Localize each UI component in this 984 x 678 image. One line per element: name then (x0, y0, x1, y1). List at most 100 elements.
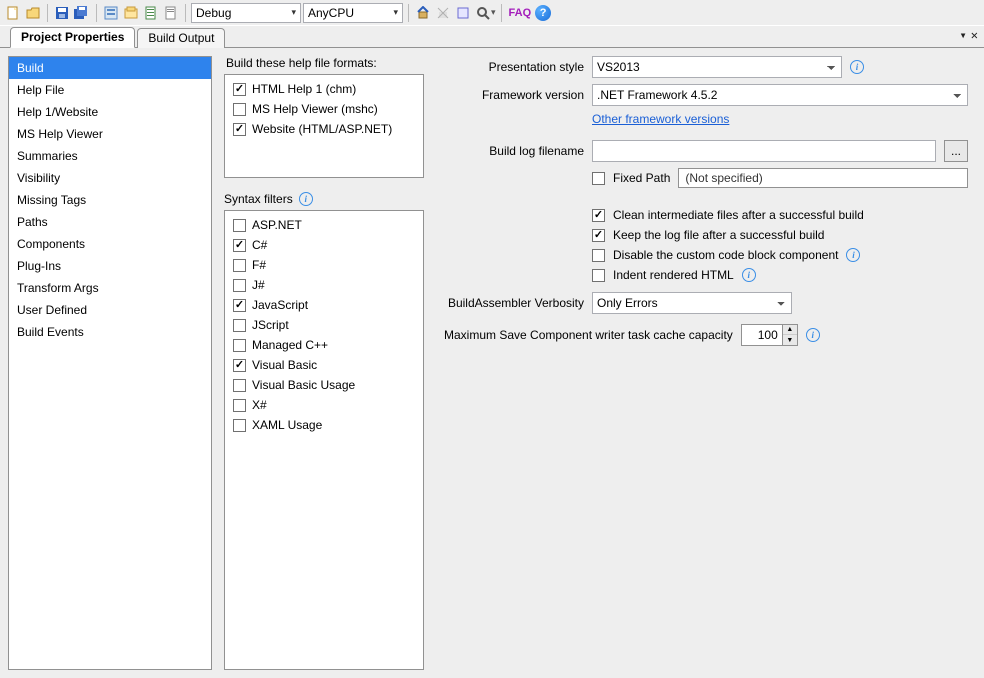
checkbox[interactable] (233, 379, 246, 392)
browse-button[interactable]: ... (944, 140, 968, 162)
framework-version-select[interactable]: .NET Framework 4.5.2 (592, 84, 968, 106)
spinner-up-icon[interactable]: ▲ (783, 325, 797, 335)
close-tab-icon[interactable]: ✕ (971, 28, 978, 42)
sidebar-item-build-events[interactable]: Build Events (9, 321, 211, 343)
clean-intermediate-label: Clean intermediate files after a success… (613, 208, 864, 222)
list-item[interactable]: J# (229, 275, 419, 295)
checkbox-label: XAML Usage (252, 417, 322, 433)
new-file-icon[interactable] (4, 4, 22, 22)
sidebar-item-transform-args[interactable]: Transform Args (9, 277, 211, 299)
spinner-down-icon[interactable]: ▼ (783, 335, 797, 345)
properties-icon[interactable] (122, 4, 140, 22)
cache-capacity-label: Maximum Save Component writer task cache… (444, 328, 733, 342)
fixed-path-checkbox[interactable] (592, 172, 605, 185)
tab-project-properties[interactable]: Project Properties (10, 27, 135, 48)
list-item[interactable]: C# (229, 235, 419, 255)
info-icon[interactable]: i (299, 192, 313, 206)
preview-topic-icon[interactable] (162, 4, 180, 22)
faq-link[interactable]: FAQ (507, 7, 534, 19)
checkbox[interactable] (233, 419, 246, 432)
sidebar-item-components[interactable]: Components (9, 233, 211, 255)
open-folder-icon[interactable] (24, 4, 42, 22)
checkbox[interactable] (233, 103, 246, 116)
help-icon[interactable]: ? (535, 5, 551, 21)
info-icon[interactable]: i (742, 268, 756, 282)
build-log-input[interactable] (592, 140, 936, 162)
list-item[interactable]: Visual Basic Usage (229, 375, 419, 395)
save-all-icon[interactable] (73, 4, 91, 22)
toolbar-separator (47, 4, 48, 22)
cache-capacity-input[interactable] (742, 325, 782, 345)
build-settings-form: Presentation style VS2013 i Framework ve… (436, 56, 976, 670)
checkbox-label: Visual Basic (252, 357, 317, 373)
configuration-value: Debug (196, 6, 231, 20)
checkbox[interactable] (233, 299, 246, 312)
tab-build-output[interactable]: Build Output (137, 28, 225, 48)
sidebar-item-help-1-website[interactable]: Help 1/Website (9, 101, 211, 123)
document-tabs: Project Properties Build Output ▾ ✕ (0, 26, 984, 48)
checkbox-label: F# (252, 257, 266, 273)
checkbox[interactable] (233, 239, 246, 252)
list-item[interactable]: JScript (229, 315, 419, 335)
tab-menu-icon[interactable]: ▾ (960, 28, 967, 42)
configuration-combo[interactable]: Debug (191, 3, 301, 23)
entity-references-icon[interactable] (142, 4, 160, 22)
checkbox[interactable] (233, 359, 246, 372)
project-explorer-icon[interactable] (102, 4, 120, 22)
list-item[interactable]: Managed C++ (229, 335, 419, 355)
cancel-build-icon[interactable] (434, 4, 452, 22)
sidebar-item-ms-help-viewer[interactable]: MS Help Viewer (9, 123, 211, 145)
list-item[interactable]: Visual Basic (229, 355, 419, 375)
list-item[interactable]: XAML Usage (229, 415, 419, 435)
tab-actions: ▾ ✕ (960, 28, 978, 42)
checkbox-label: Website (HTML/ASP.NET) (252, 121, 392, 137)
keep-log-checkbox[interactable] (592, 229, 605, 242)
sidebar-item-paths[interactable]: Paths (9, 211, 211, 233)
sidebar-item-user-defined[interactable]: User Defined (9, 299, 211, 321)
checkbox[interactable] (233, 319, 246, 332)
list-item[interactable]: F# (229, 255, 419, 275)
info-icon[interactable]: i (846, 248, 860, 262)
info-icon[interactable]: i (850, 60, 864, 74)
cache-capacity-spinner[interactable]: ▲▼ (741, 324, 798, 346)
list-item[interactable]: ASP.NET (229, 215, 419, 235)
other-frameworks-link[interactable]: Other framework versions (592, 112, 729, 126)
verbosity-select[interactable]: Only Errors (592, 292, 792, 314)
sidebar-item-help-file[interactable]: Help File (9, 79, 211, 101)
checkbox-label: Visual Basic Usage (252, 377, 355, 393)
info-icon[interactable]: i (806, 328, 820, 342)
dropdown-arrow-icon[interactable]: ▾ (491, 7, 496, 18)
checkbox[interactable] (233, 259, 246, 272)
toolbar-separator (408, 4, 409, 22)
checkbox[interactable] (233, 123, 246, 136)
view-help-file-icon[interactable] (454, 4, 472, 22)
toolbar-separator (185, 4, 186, 22)
sidebar-item-visibility[interactable]: Visibility (9, 167, 211, 189)
main-toolbar: Debug AnyCPU ▾ FAQ ? (0, 0, 984, 26)
checkbox[interactable] (233, 399, 246, 412)
checkbox[interactable] (233, 279, 246, 292)
platform-combo[interactable]: AnyCPU (303, 3, 403, 23)
category-sidebar: BuildHelp FileHelp 1/WebsiteMS Help View… (8, 56, 212, 670)
sidebar-item-plug-ins[interactable]: Plug-Ins (9, 255, 211, 277)
view-output-icon[interactable] (474, 4, 492, 22)
list-item[interactable]: MS Help Viewer (mshc) (229, 99, 419, 119)
disable-codeblock-checkbox[interactable] (592, 249, 605, 262)
list-item[interactable]: JavaScript (229, 295, 419, 315)
sidebar-item-missing-tags[interactable]: Missing Tags (9, 189, 211, 211)
indent-html-checkbox[interactable] (592, 269, 605, 282)
clean-intermediate-checkbox[interactable] (592, 209, 605, 222)
presentation-style-select[interactable]: VS2013 (592, 56, 842, 78)
sidebar-item-summaries[interactable]: Summaries (9, 145, 211, 167)
list-item[interactable]: X# (229, 395, 419, 415)
checkbox[interactable] (233, 219, 246, 232)
save-icon[interactable] (53, 4, 71, 22)
workarea: BuildHelp FileHelp 1/WebsiteMS Help View… (0, 48, 984, 678)
checkbox[interactable] (233, 339, 246, 352)
tab-label: Project Properties (21, 30, 124, 44)
list-item[interactable]: Website (HTML/ASP.NET) (229, 119, 419, 139)
checkbox[interactable] (233, 83, 246, 96)
build-icon[interactable] (414, 4, 432, 22)
list-item[interactable]: HTML Help 1 (chm) (229, 79, 419, 99)
sidebar-item-build[interactable]: Build (9, 57, 211, 79)
